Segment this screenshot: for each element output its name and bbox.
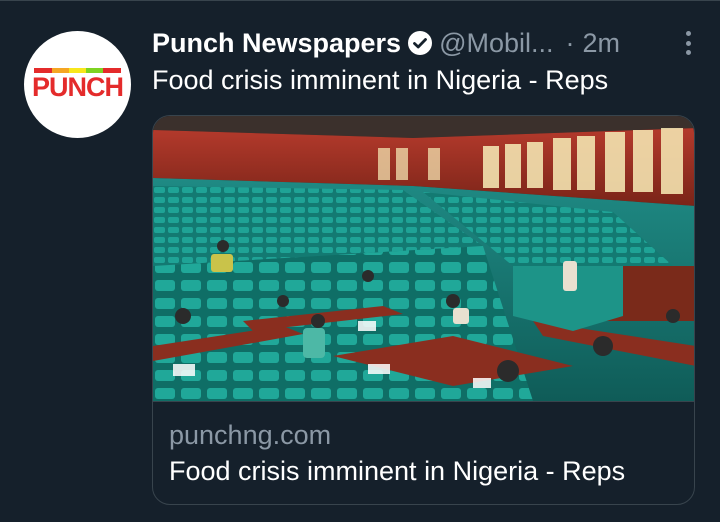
tweet[interactable]: PUNCH Punch Newspapers @Mobil... · 2m Fo… bbox=[0, 0, 720, 522]
card-domain: punchng.com bbox=[169, 420, 332, 450]
parliament-chamber-photo bbox=[153, 116, 694, 401]
logo-text: PUNCH bbox=[31, 72, 124, 102]
card-title[interactable]: Food crisis imminent in Nigeria - Reps bbox=[169, 456, 625, 487]
display-name[interactable]: Punch Newspapers bbox=[152, 28, 401, 59]
avatar[interactable]: PUNCH bbox=[24, 31, 131, 138]
tweet-header: Punch Newspapers @Mobil... · 2m bbox=[152, 25, 700, 61]
card-divider bbox=[153, 401, 694, 402]
handle[interactable]: @Mobil... bbox=[439, 28, 553, 59]
verified-badge-icon bbox=[407, 30, 433, 56]
punch-logo: PUNCH bbox=[31, 68, 124, 102]
more-options-icon[interactable] bbox=[676, 29, 700, 57]
separator-dot: · bbox=[565, 27, 575, 58]
timestamp[interactable]: 2m bbox=[583, 28, 621, 59]
link-card[interactable]: punchng.com Food crisis imminent in Nige… bbox=[152, 115, 695, 505]
tweet-text: Food crisis imminent in Nigeria - Reps bbox=[152, 65, 609, 95]
